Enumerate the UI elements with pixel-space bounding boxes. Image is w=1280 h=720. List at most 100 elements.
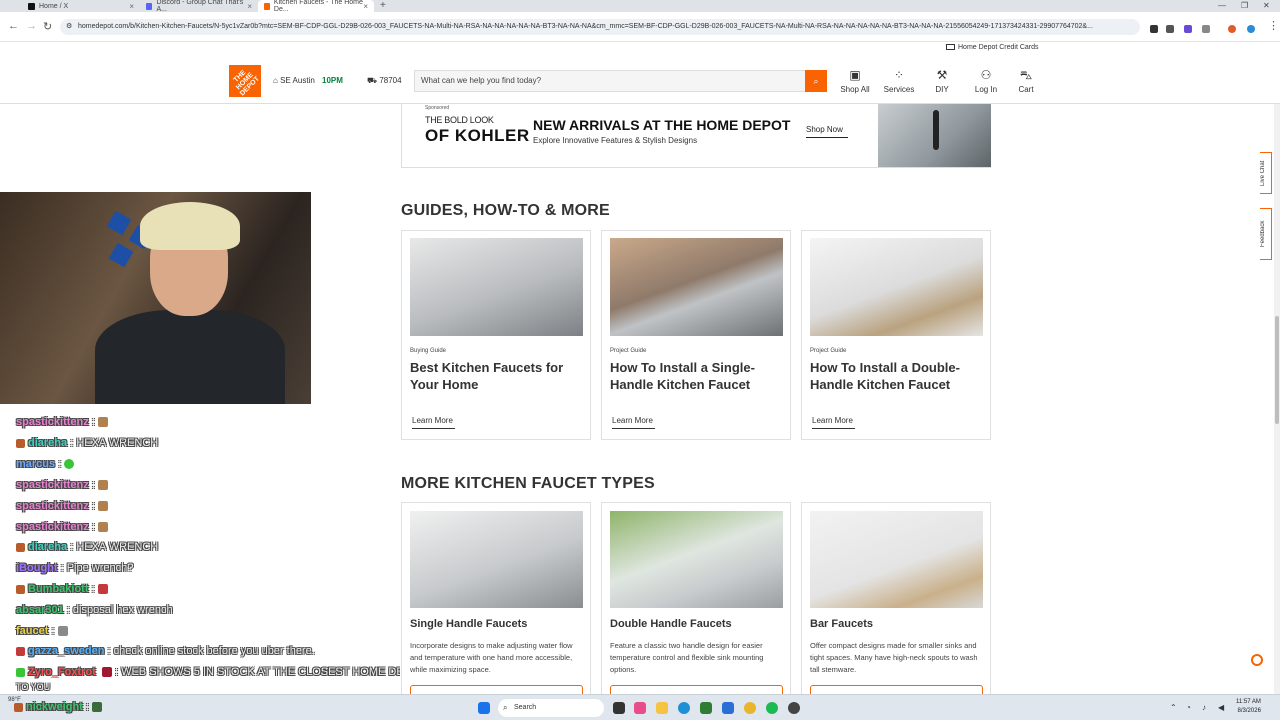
guide-category: Project Guide	[610, 348, 647, 354]
faucet-type-card[interactable]: Double Handle Faucets Feature a classic …	[601, 502, 791, 702]
scrollbar-thumb[interactable]	[1275, 316, 1279, 424]
url-text: homedepot.com/b/Kitchen-Kitchen-Faucets/…	[78, 23, 1093, 30]
store-hours: 10PM	[322, 76, 343, 85]
nav-shop-all[interactable]: ▣ Shop All	[833, 68, 877, 94]
faucet-type-title[interactable]: Single Handle Faucets	[410, 618, 527, 630]
delivery-zip[interactable]: ⛟ 78704	[367, 76, 402, 86]
search-input[interactable]: What can we help you find today? ⌕	[414, 70, 827, 92]
store-selector[interactable]: ⌂ SE Austin 10PM	[273, 76, 343, 85]
feedback-tab[interactable]: Feedback	[1260, 208, 1272, 260]
tray-chevron-icon[interactable]: ⌃	[1170, 703, 1177, 712]
extension-icon[interactable]	[1150, 25, 1158, 33]
guide-card[interactable]: Project Guide How To Install a Double-Ha…	[801, 230, 991, 440]
file-explorer-icon[interactable]	[656, 702, 668, 714]
nav-diy[interactable]: ⚒ DIY	[920, 68, 964, 94]
guide-card[interactable]: Project Guide How To Install a Single-Ha…	[601, 230, 791, 440]
zip-code: 78704	[379, 76, 402, 85]
chat-text: : disposal hex wrench	[66, 604, 173, 616]
extension-icon[interactable]	[1184, 25, 1192, 33]
user-icon: ⚇	[980, 68, 992, 82]
guide-title[interactable]: How To Install a Single-Handle Kitchen F…	[610, 359, 785, 393]
guide-title[interactable]: How To Install a Double-Handle Kitchen F…	[810, 359, 985, 393]
home-depot-logo[interactable]: THE HOME DEPOT	[229, 65, 261, 97]
chat-text: :	[91, 583, 95, 595]
faucet-type-card[interactable]: Bar Faucets Offer compact designs made f…	[801, 502, 991, 702]
guides-section-title: GUIDES, HOW-TO & MORE	[401, 202, 610, 219]
nav-log-in[interactable]: ⚇ Log In	[964, 68, 1008, 94]
nav-cart[interactable]: ⛍ Cart	[1004, 68, 1048, 94]
profile-avatar-icon[interactable]	[1228, 25, 1236, 33]
learn-more-link[interactable]: Learn More	[812, 416, 855, 429]
chat-username: Bumbakiott	[28, 583, 89, 595]
app-icon[interactable]	[722, 702, 734, 714]
volume-icon[interactable]: ◀	[1218, 703, 1224, 712]
close-window-icon[interactable]: ✕	[1263, 0, 1270, 12]
extensions-puzzle-icon[interactable]	[1202, 25, 1210, 33]
app-icon[interactable]	[700, 702, 712, 714]
menu-kebab-icon[interactable]: ⋮	[1268, 19, 1279, 32]
faucet-type-card[interactable]: Single Handle Faucets Incorporate design…	[401, 502, 591, 702]
chat-badge-icon	[16, 646, 25, 656]
floating-help-icon[interactable]	[1251, 654, 1263, 666]
logo-text: THE HOME DEPOT	[232, 68, 261, 97]
faucet-type-image	[810, 511, 983, 608]
back-icon[interactable]: ←	[8, 20, 19, 32]
close-tab-icon[interactable]: ×	[247, 2, 252, 11]
live-chat-tab[interactable]: Live Chat	[1260, 152, 1272, 194]
chat-text: : HEXA WRENCH	[70, 541, 159, 553]
services-icon: ⁘	[893, 68, 905, 82]
spotify-icon[interactable]	[766, 702, 778, 714]
credit-cards-link[interactable]: Home Depot Credit Cards	[946, 44, 1039, 51]
feedback-label: Feedback	[1260, 220, 1266, 248]
chat-message: Bumbakiott :	[16, 583, 108, 595]
emote-icon	[97, 522, 108, 533]
chat-username: diareha	[28, 437, 68, 449]
maximize-icon[interactable]: ❐	[1241, 0, 1248, 12]
address-bar[interactable]: ⚙ homedepot.com/b/Kitchen-Kitchen-Faucet…	[60, 19, 1140, 35]
start-menu-icon[interactable]	[478, 702, 490, 714]
chat-text: :	[91, 416, 95, 428]
taskbar-search[interactable]: ⌕ Search	[498, 699, 604, 717]
learn-more-link[interactable]: Learn More	[412, 416, 455, 429]
system-clock[interactable]: 11:57 AM 8/3/2026	[1236, 698, 1261, 716]
learn-more-link[interactable]: Learn More	[612, 416, 655, 429]
task-view-icon[interactable]	[613, 702, 625, 714]
minimize-icon[interactable]: —	[1218, 0, 1226, 12]
home-depot-favicon-icon	[264, 2, 270, 10]
page-scrollbar[interactable]	[1274, 104, 1280, 696]
new-tab-icon[interactable]: +	[380, 0, 386, 12]
guide-category: Project Guide	[810, 348, 847, 354]
browser-tab-x[interactable]: Home / X ×	[22, 0, 140, 12]
sponsored-banner[interactable]: Sponsored THE BOLD LOOK OF KOHLER NEW AR…	[401, 104, 991, 168]
app-icon[interactable]	[634, 702, 646, 714]
shop-now-link[interactable]: Shop Now	[806, 125, 848, 138]
obs-icon[interactable]	[788, 702, 800, 714]
chat-text: :	[58, 458, 62, 470]
search-button[interactable]: ⌕	[805, 70, 827, 92]
credit-cards-label: Home Depot Credit Cards	[958, 44, 1039, 51]
network-icon[interactable]: ◔	[1186, 703, 1191, 712]
chrome-icon[interactable]	[744, 702, 756, 714]
faucet-type-title[interactable]: Double Handle Faucets	[610, 618, 732, 630]
chat-message: gazza_sweden : check online stock before…	[16, 645, 315, 657]
reload-icon[interactable]: ↻	[43, 20, 52, 33]
microphone-icon[interactable]: ♪	[1202, 703, 1206, 712]
guide-title[interactable]: Best Kitchen Faucets for Your Home	[410, 359, 585, 393]
store-icon: ⌂	[273, 76, 278, 85]
edge-icon[interactable]	[678, 702, 690, 714]
browser-tab-discord[interactable]: Discord - Group Chat That's A... ×	[140, 0, 258, 13]
guide-card[interactable]: Buying Guide Best Kitchen Faucets for Yo…	[401, 230, 591, 440]
faucet-type-title[interactable]: Bar Faucets	[810, 618, 873, 630]
chat-username: diareha	[28, 541, 68, 553]
close-tab-icon[interactable]: ×	[363, 2, 368, 11]
nav-services[interactable]: ⁘ Services	[877, 68, 921, 94]
weather-widget[interactable]: 98°F	[8, 697, 21, 703]
extension-icon[interactable]	[1166, 25, 1174, 33]
close-tab-icon[interactable]: ×	[129, 2, 134, 11]
site-info-icon[interactable]: ⚙	[66, 19, 72, 35]
forward-icon[interactable]: →	[26, 20, 37, 32]
live-chat-label: Live Chat	[1260, 160, 1266, 186]
chat-message: diareha : HEXA WRENCH	[16, 437, 158, 449]
profile-icon[interactable]	[1247, 25, 1255, 33]
browser-tab-home-depot[interactable]: Kitchen Faucets - The Home De... ×	[258, 0, 374, 13]
